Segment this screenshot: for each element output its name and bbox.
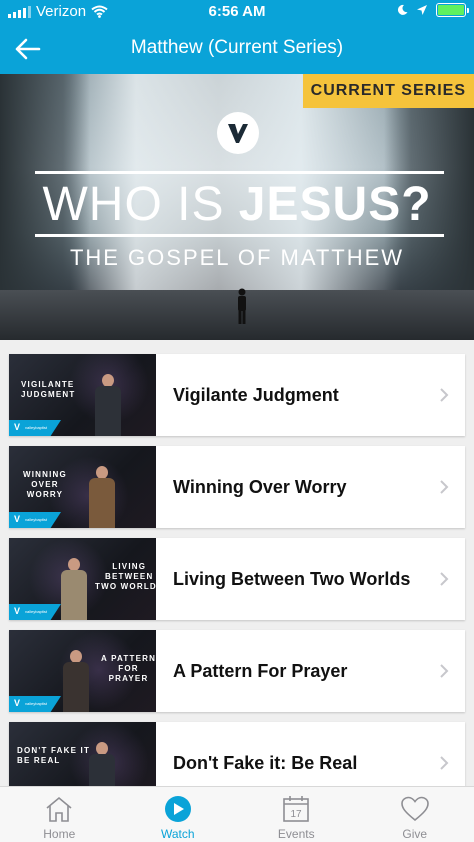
tab-home[interactable]: Home [0, 787, 119, 842]
sermon-item-vigilante-judgment[interactable]: VIGILANTE JUDGMENT Vvalleybaptist Vigila… [9, 354, 465, 436]
series-title-bold: JESUS? [238, 178, 432, 231]
thumbnail-text: VIGILANTE JUDGMENT [21, 380, 76, 399]
sermon-thumbnail: WINNING OVER WORRY Vvalleybaptist [9, 446, 156, 528]
speaker-figure [93, 374, 123, 436]
tab-watch[interactable]: Watch [119, 787, 238, 842]
home-icon [46, 796, 72, 822]
chevron-right-icon [440, 664, 449, 678]
heart-icon [400, 796, 429, 822]
speaker-figure [59, 558, 89, 620]
navigation-bar: Matthew (Current Series) [0, 24, 474, 74]
speaker-figure [61, 650, 91, 712]
page-title: Matthew (Current Series) [130, 37, 344, 58]
thumbnail-text: WINNING OVER WORRY [23, 470, 67, 499]
sermon-thumbnail: VIGILANTE JUDGMENT Vvalleybaptist [9, 354, 156, 436]
moon-icon [397, 4, 408, 15]
sermon-title: Vigilante Judgment [173, 385, 339, 405]
tab-label: Give [402, 827, 428, 841]
series-title-light: WHO IS [42, 178, 239, 231]
sermon-title: A Pattern For Prayer [173, 661, 348, 681]
location-icon [417, 5, 427, 15]
church-tag-icon: Vvalleybaptist [9, 604, 61, 620]
thumbnail-text: A PATTERN FOR PRAYER [101, 654, 156, 683]
sermon-thumbnail: A PATTERN FOR PRAYER Vvalleybaptist [9, 630, 156, 712]
chevron-right-icon [440, 388, 449, 402]
church-tag-icon: Vvalleybaptist [9, 512, 61, 528]
tab-events[interactable]: 17 Events [237, 787, 356, 842]
chevron-right-icon [440, 480, 449, 494]
sermon-thumbnail: LIVING BETWEEN TWO WORLDS Vvalleybaptist [9, 538, 156, 620]
church-tag-icon: Vvalleybaptist [9, 696, 61, 712]
status-bar: Verizon 6:56 AM [0, 0, 474, 24]
speaker-figure [87, 466, 117, 528]
bottom-tab-bar: Home Watch 17 Events Give [0, 786, 474, 842]
calendar-day: 17 [291, 809, 303, 820]
thumbnail-text: LIVING BETWEEN TWO WORLDS [95, 562, 156, 591]
sermon-title: Winning Over Worry [173, 477, 347, 497]
series-hero-banner: CURRENT SERIES WHO IS JESUS? THE GOSPEL … [0, 74, 474, 340]
current-series-badge: CURRENT SERIES [302, 74, 474, 108]
sermon-item-living-between-two-worlds[interactable]: LIVING BETWEEN TWO WORLDS Vvalleybaptist… [9, 538, 465, 620]
sermon-item-a-pattern-for-prayer[interactable]: A PATTERN FOR PRAYER Vvalleybaptist A Pa… [9, 630, 465, 712]
chevron-right-icon [440, 756, 449, 770]
thumbnail-text: DON'T FAKE IT BE REAL [17, 746, 91, 765]
tab-label: Events [277, 827, 315, 841]
status-icons [397, 3, 469, 17]
church-tag-icon: Vvalleybaptist [9, 420, 61, 436]
series-title: WHO IS JESUS? [0, 177, 474, 232]
church-logo-icon [217, 112, 259, 154]
series-subtitle: THE GOSPEL OF MATTHEW [69, 245, 405, 270]
sermon-title: Living Between Two Worlds [173, 569, 411, 589]
sermon-item-winning-over-worry[interactable]: WINNING OVER WORRY Vvalleybaptist Winnin… [9, 446, 465, 528]
person-silhouette [238, 288, 246, 324]
tab-give[interactable]: Give [356, 787, 474, 842]
sermon-list: VIGILANTE JUDGMENT Vvalleybaptist Vigila… [9, 354, 465, 814]
calendar-icon: 17 [283, 796, 310, 822]
tab-label: Home [43, 827, 76, 841]
chevron-right-icon [440, 572, 449, 586]
battery-icon [436, 3, 469, 17]
tab-label: Watch [160, 827, 195, 841]
play-icon [164, 796, 191, 822]
